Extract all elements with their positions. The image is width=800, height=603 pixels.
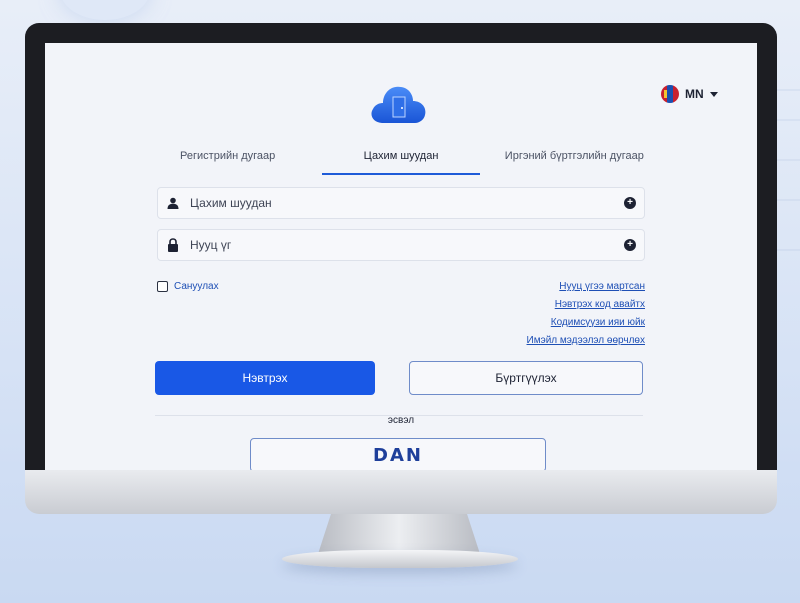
monitor-bezel: MN Регистрийн дугаар Цахим шуудан Иргэни… (25, 23, 777, 488)
forgot-password-link[interactable]: Нууц үгээ мартсан (559, 281, 645, 293)
cloud-door-icon (371, 86, 426, 123)
login-method-tabs: Регистрийн дугаар Цахим шуудан Иргэний б… (141, 141, 661, 175)
remember-me[interactable]: Сануулах (157, 281, 219, 292)
register-button[interactable]: Бүртгүүлэх (409, 361, 643, 395)
or-separator: эсвэл (387, 415, 415, 426)
tab-email[interactable]: Цахим шуудан (314, 141, 487, 175)
lock-icon (166, 238, 180, 252)
remember-checkbox[interactable] (157, 281, 168, 292)
help-links: Нууц үгээ мартсан Нэвтрэх код авайтх Код… (527, 281, 645, 347)
tab-civil-registration[interactable]: Иргэний бүртгэлийн дугаар (488, 141, 661, 175)
language-selector[interactable]: MN (661, 85, 718, 103)
language-code: MN (685, 87, 704, 101)
monitor-stand-base (282, 550, 518, 568)
monitor-chin (25, 470, 777, 514)
mongolia-flag-icon (661, 85, 679, 103)
remember-label: Сануулах (174, 281, 219, 292)
login-code-link[interactable]: Нэвтрэх код авайтх (555, 299, 645, 311)
user-icon (166, 196, 180, 210)
email-verify-link[interactable]: Имэйл мэдээлэл өөрчлөх (527, 335, 645, 347)
monitor-stand-neck (318, 514, 480, 554)
dan-logo: DAN (373, 444, 423, 466)
email-input[interactable] (190, 196, 614, 210)
email-field[interactable]: + (157, 187, 645, 219)
dan-login-button[interactable]: DAN (250, 438, 546, 472)
plus-circle-icon[interactable]: + (624, 239, 636, 251)
background-decoration (60, 0, 150, 20)
caret-down-icon (709, 91, 718, 97)
tab-register-number[interactable]: Регистрийн дугаар (141, 141, 314, 175)
login-screen: MN Регистрийн дугаар Цахим шуудан Иргэни… (45, 43, 757, 472)
resend-code-link[interactable]: Кодимсүүзи ияи юйк (551, 317, 645, 329)
plus-circle-icon[interactable]: + (624, 197, 636, 209)
password-field[interactable]: + (157, 229, 645, 261)
login-button[interactable]: Нэвтрэх (155, 361, 375, 395)
password-input[interactable] (190, 238, 614, 252)
